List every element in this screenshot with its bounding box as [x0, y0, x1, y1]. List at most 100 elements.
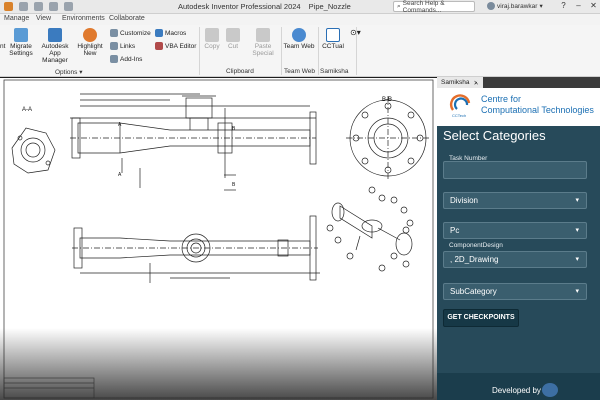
component-design-value: , 2D_Drawing [450, 255, 499, 264]
division-select[interactable]: Division ▾ [443, 192, 587, 209]
document-name: Pipe_Nozzle [308, 2, 351, 11]
chevron-down-icon: ▾ [575, 227, 579, 234]
vba-icon [155, 42, 163, 50]
ribbon-truncated-button[interactable]: nt [0, 43, 8, 50]
view-label-a: A-A [22, 107, 32, 113]
cctech-footer-logo-icon [542, 383, 558, 397]
ribbon-tabs: Manage View Environments Collaborate [0, 14, 600, 25]
subcategory-value: SubCategory [450, 287, 497, 296]
cut-button[interactable]: Cut [224, 28, 242, 50]
title-bar: Autodesk Inventor Professional 2024 Pipe… [0, 0, 600, 14]
svg-text:B: B [232, 126, 236, 132]
scissors-icon [226, 28, 240, 42]
save-icon[interactable] [34, 2, 43, 11]
macros-label: Macros [165, 29, 187, 37]
svg-text:B: B [232, 182, 236, 188]
chevron-down-icon: ▾ [575, 288, 579, 295]
options-label: Options [55, 69, 78, 76]
subcategory-select[interactable]: SubCategory ▾ [443, 283, 587, 300]
division-value: Division [450, 196, 479, 205]
chevron-down-icon: ▾ [575, 256, 579, 263]
username: viraj.barawkar [497, 2, 538, 10]
ribbon-separator [199, 27, 200, 75]
component-design-label: ComponentDesign [449, 242, 503, 249]
macros-icon [155, 29, 163, 37]
paste-icon [256, 28, 270, 42]
home-icon[interactable] [4, 2, 13, 11]
migrate-settings-label: Migrate Settings [9, 43, 33, 57]
migrate-settings-button[interactable]: Migrate Settings [8, 28, 34, 57]
pc-value: Pc [450, 226, 460, 235]
get-checkpoints-button[interactable]: GET CHECKPOINTS [443, 309, 519, 327]
task-number-input[interactable] [443, 161, 587, 179]
cctual-button[interactable]: CCTual [322, 28, 344, 50]
drawing-shadow [0, 328, 437, 400]
highlight-icon [83, 28, 97, 42]
links-label: Links [120, 42, 136, 50]
quick-access-toolbar [4, 2, 73, 11]
tab-samiksha-label: Samiksha [441, 79, 470, 86]
paste-special-button[interactable]: Paste Special [250, 28, 276, 57]
panel-tab-strip: Samiksha ✕ + [437, 77, 600, 88]
undo-icon[interactable] [49, 2, 58, 11]
search-placeholder: Search Help & Commands... [402, 0, 445, 14]
close-icon[interactable]: ✕ [589, 1, 598, 11]
links-button[interactable]: Links [110, 42, 135, 50]
component-design-select[interactable]: , 2D_Drawing ▾ [443, 251, 587, 268]
ribbon: nt Migrate Settings Autodesk App Manager… [0, 25, 600, 77]
ribbon-separator [318, 27, 319, 75]
links-icon [110, 42, 118, 50]
team-web-label: Team Web [283, 43, 315, 50]
ribbon-separator [356, 27, 357, 75]
highlight-new-label: Highlight New [77, 43, 103, 57]
team-web-button[interactable]: Team Web [283, 28, 315, 50]
globe-icon [292, 28, 306, 42]
customize-icon [110, 29, 118, 37]
chevron-down-icon: ▾ [539, 3, 543, 10]
app-name: Autodesk Inventor Professional 2024 [178, 2, 301, 11]
cut-label: Cut [227, 43, 239, 50]
org-name: Centre for Computational Technologies [481, 94, 594, 116]
add-tab-icon[interactable]: + [475, 77, 480, 86]
samiksha-panel: CCTech Centre for Computational Technolo… [437, 88, 600, 400]
vba-editor-label: VBA Editor [165, 42, 197, 50]
app-manager-button[interactable]: Autodesk App Manager [36, 28, 74, 64]
svg-text:A: A [118, 172, 122, 178]
minimize-icon[interactable]: – [574, 1, 583, 11]
new-file-icon[interactable] [19, 2, 28, 11]
drawing-canvas[interactable]: A-A B-B A A B B [0, 78, 437, 400]
developed-by-text: Developed by [492, 386, 541, 395]
copy-button[interactable]: Copy [202, 28, 222, 50]
pc-select[interactable]: Pc ▾ [443, 222, 587, 239]
panel-header: CCTech Centre for Computational Technolo… [437, 88, 600, 126]
migrate-icon [14, 28, 28, 42]
help-search-input[interactable]: ⌕ Search Help & Commands... [393, 0, 475, 14]
tab-collaborate[interactable]: Collaborate [109, 15, 145, 22]
copy-icon [205, 28, 219, 42]
app-manager-label: Autodesk App Manager [41, 43, 69, 64]
customize-label: Customize [120, 29, 151, 37]
add-ins-button[interactable]: Add-Ins [110, 55, 142, 63]
highlight-new-button[interactable]: Highlight New [76, 28, 104, 57]
options-panel-label[interactable]: Options ▾ [55, 68, 82, 76]
copy-label: Copy [204, 43, 220, 50]
add-ins-icon [110, 55, 118, 63]
tab-environments[interactable]: Environments [62, 15, 105, 22]
vba-editor-button[interactable]: VBA Editor [155, 42, 196, 50]
redo-icon[interactable] [64, 2, 73, 11]
window-title: Autodesk Inventor Professional 2024 Pipe… [178, 2, 357, 11]
user-account[interactable]: viraj.barawkar ▾ [487, 2, 543, 10]
customize-button[interactable]: Customize [110, 29, 151, 37]
help-icon[interactable]: ? [559, 1, 568, 11]
team-web-panel-label: Team Web [284, 68, 315, 75]
window-controls: ? – ✕ [559, 1, 598, 11]
samiksha-panel-label: Samiksha [320, 68, 349, 75]
cctual-label: CCTual [322, 43, 344, 50]
cctual-icon [326, 28, 340, 42]
tab-manage[interactable]: Manage [4, 15, 29, 22]
ribbon-separator [281, 27, 282, 75]
cctech-logo-icon: CCTech [449, 94, 471, 118]
avatar [487, 2, 495, 10]
macros-button[interactable]: Macros [155, 29, 186, 37]
tab-view[interactable]: View [36, 15, 51, 22]
